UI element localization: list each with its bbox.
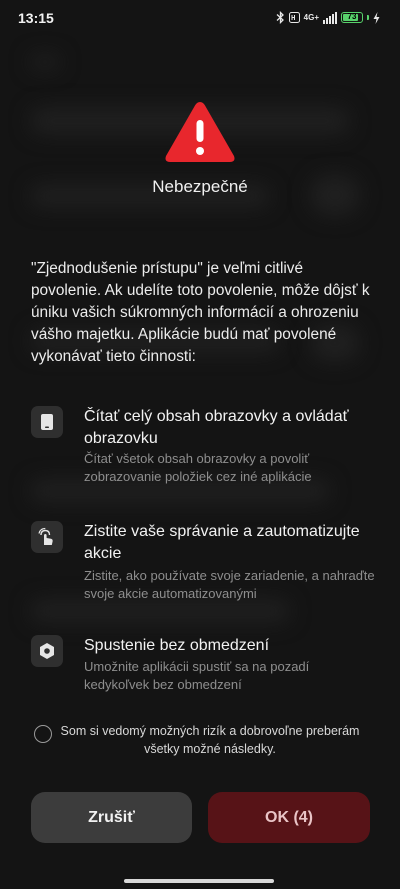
- battery-tip: [367, 15, 369, 20]
- status-time: 13:15: [18, 10, 54, 26]
- hexagon-settings-icon: [31, 635, 63, 667]
- battery-percent: 73: [347, 12, 357, 21]
- bluetooth-icon: [276, 11, 284, 24]
- charging-icon: [373, 11, 380, 24]
- permission-desc: Zistite, ako používate svoje zariadenie,…: [84, 568, 375, 601]
- warning-icon: [165, 102, 235, 162]
- status-bar: 13:15 4G+ 73: [0, 0, 400, 36]
- ok-button[interactable]: OK (4): [208, 792, 370, 843]
- permission-title: Zistite vaše správanie a zautomatizujte …: [84, 523, 360, 562]
- touch-gesture-icon: [31, 521, 63, 553]
- consent-radio[interactable]: [34, 725, 52, 743]
- permission-desc: Čítať všetok obsah obrazovky a povoliť z…: [84, 451, 312, 484]
- network-type: 4G+: [303, 12, 319, 22]
- permission-desc: Umožnite aplikácii spustiť sa na pozadí …: [84, 659, 310, 692]
- home-indicator[interactable]: [124, 879, 274, 883]
- dialog-title: Nebezpečné: [152, 177, 248, 196]
- consent-text[interactable]: Som si vedomý možných rizík a dobrovoľne…: [60, 722, 360, 758]
- cancel-button[interactable]: Zrušiť: [31, 792, 192, 843]
- phone-screen-icon: [31, 406, 63, 438]
- dialog-description: "Zjednodušenie prístupu" je veľmi citliv…: [31, 260, 370, 365]
- permission-title: Spustenie bez obmedzení: [84, 637, 270, 654]
- hd-volte-icon: [288, 12, 300, 23]
- battery-icon: 73: [341, 12, 363, 23]
- signal-icon: [323, 11, 337, 24]
- permission-title: Čítať celý obsah obrazovky a ovládať obr…: [84, 408, 349, 447]
